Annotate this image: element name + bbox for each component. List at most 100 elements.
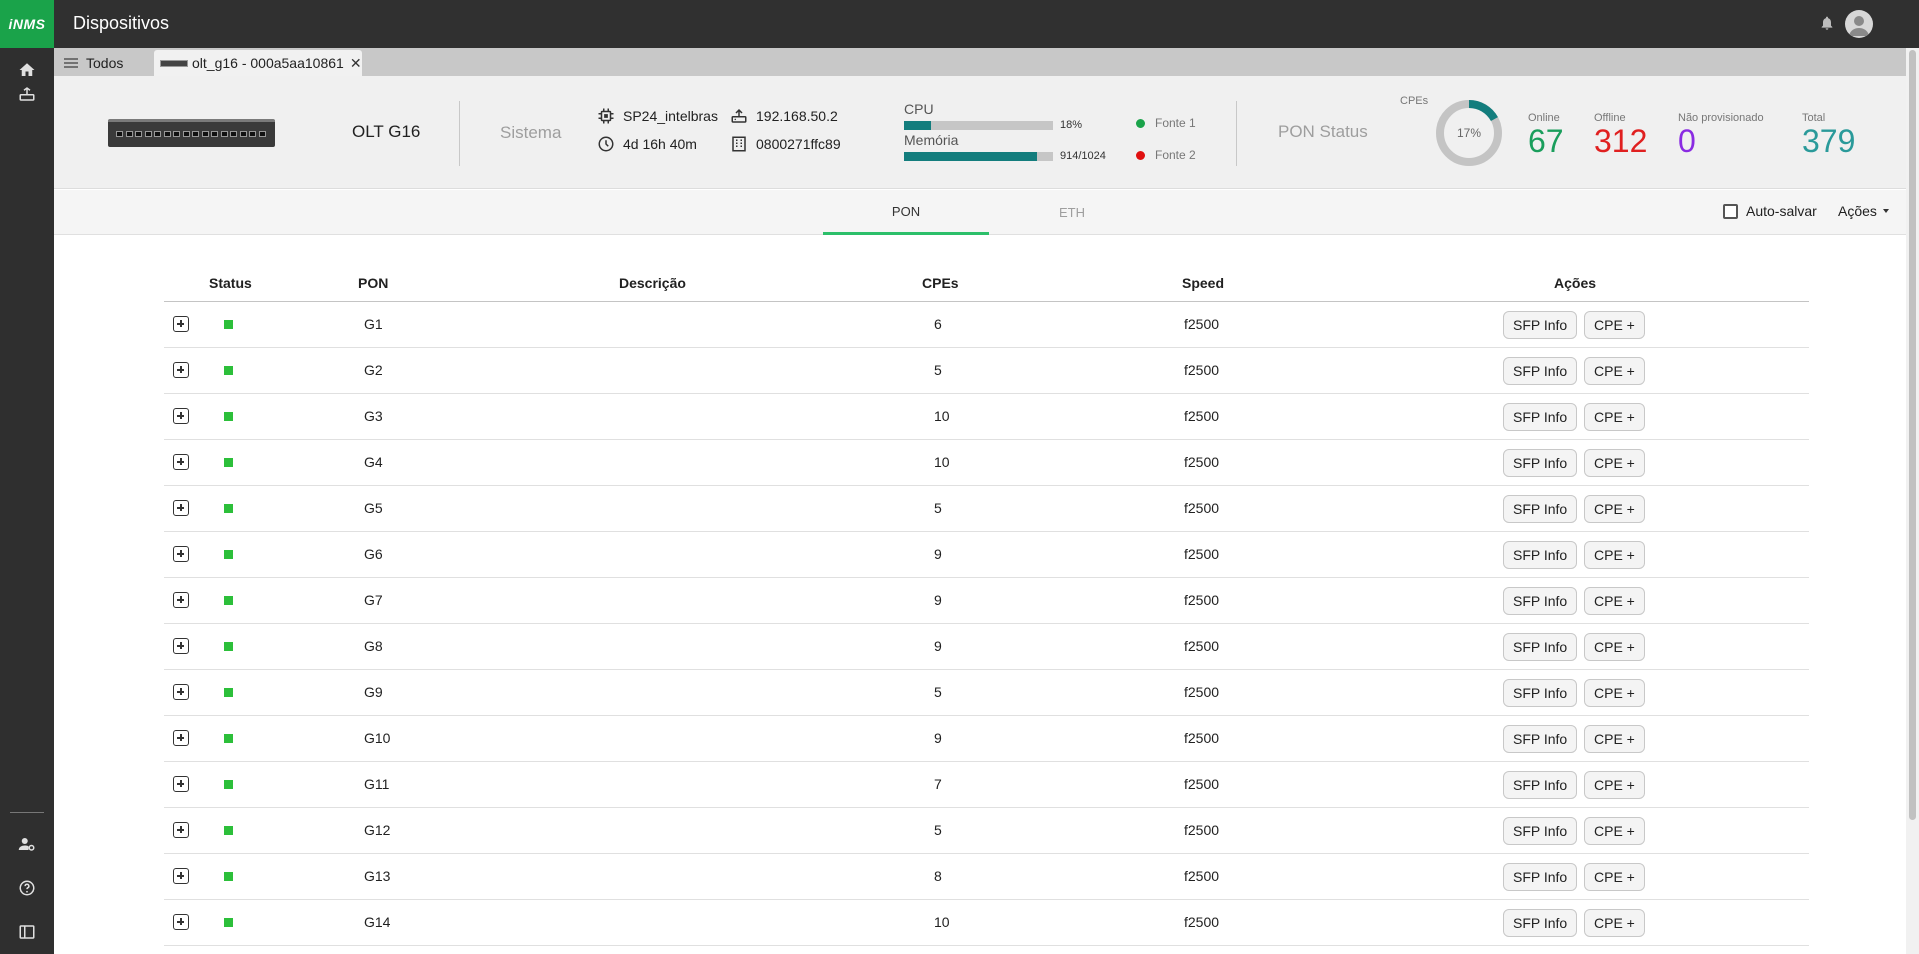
sfp-info-button[interactable]: SFP Info xyxy=(1503,495,1578,523)
sfp-info-button[interactable]: SFP Info xyxy=(1503,725,1578,753)
pon-speed: f2500 xyxy=(1184,730,1220,746)
tab-eth[interactable]: ETH xyxy=(989,190,1155,235)
header-description[interactable]: Descrição xyxy=(619,275,686,291)
expand-row-icon[interactable] xyxy=(173,868,189,884)
add-cpe-button[interactable]: CPE + xyxy=(1584,863,1645,891)
expand-row-icon[interactable] xyxy=(173,592,189,608)
power-1-label: Fonte 1 xyxy=(1155,116,1196,130)
add-cpe-button[interactable]: CPE + xyxy=(1584,449,1645,477)
actions-menu-button[interactable]: Ações xyxy=(1838,203,1889,219)
tab-device-label: olt_g16 - 000a5aa10861 xyxy=(192,55,344,71)
help-icon[interactable] xyxy=(13,874,41,902)
olt-port xyxy=(230,131,237,137)
table-row: G3 10 f2500 SFP Info CPE + xyxy=(164,394,1809,440)
collapse-sidebar-icon[interactable] xyxy=(13,918,41,946)
chip-icon xyxy=(598,108,614,124)
sfp-info-button[interactable]: SFP Info xyxy=(1503,357,1578,385)
sfp-info-button[interactable]: SFP Info xyxy=(1503,403,1578,431)
interface-tabs-bar: PON ETH Auto-salvar Ações xyxy=(54,190,1906,235)
add-cpe-button[interactable]: CPE + xyxy=(1584,403,1645,431)
olt-port xyxy=(192,131,199,137)
pon-speed: f2500 xyxy=(1184,592,1220,608)
expand-row-icon[interactable] xyxy=(173,316,189,332)
cpe-count: 9 xyxy=(934,592,942,608)
header-pon[interactable]: PON xyxy=(358,275,388,291)
table-body: G1 6 f2500 SFP Info CPE + G2 5 f2500 SFP Info CPE… xyxy=(164,302,1809,946)
pon-name: G10 xyxy=(364,730,391,746)
expand-row-icon[interactable] xyxy=(173,914,189,930)
header-status[interactable]: Status xyxy=(209,275,252,291)
system-label: Sistema xyxy=(500,123,562,142)
power-supply-1: Fonte 1 xyxy=(1136,116,1196,130)
sfp-info-button[interactable]: SFP Info xyxy=(1503,863,1578,891)
cpe-count: 10 xyxy=(934,408,950,424)
olt-port xyxy=(258,131,266,137)
add-cpe-button[interactable]: CPE + xyxy=(1584,357,1645,385)
sfp-info-button[interactable]: SFP Info xyxy=(1503,541,1578,569)
add-cpe-button[interactable]: CPE + xyxy=(1584,679,1645,707)
app-logo[interactable]: iNMS xyxy=(0,0,54,48)
sfp-info-button[interactable]: SFP Info xyxy=(1503,771,1578,799)
add-cpe-button[interactable]: CPE + xyxy=(1584,495,1645,523)
add-cpe-button[interactable]: CPE + xyxy=(1584,541,1645,569)
add-cpe-button[interactable]: CPE + xyxy=(1584,311,1645,339)
add-cpe-button[interactable]: CPE + xyxy=(1584,771,1645,799)
add-cpe-button[interactable]: CPE + xyxy=(1584,817,1645,845)
tab-all-devices[interactable]: Todos xyxy=(64,50,123,76)
add-cpe-button[interactable]: CPE + xyxy=(1584,633,1645,661)
tab-device[interactable]: olt_g16 - 000a5aa10861 ✕ xyxy=(154,50,362,76)
stat-total: Total 379 xyxy=(1802,112,1855,158)
cpe-count: 5 xyxy=(934,822,942,838)
expand-row-icon[interactable] xyxy=(173,546,189,562)
expand-row-icon[interactable] xyxy=(173,684,189,700)
expand-row-icon[interactable] xyxy=(173,454,189,470)
autosave-toggle[interactable]: Auto-salvar xyxy=(1723,203,1817,219)
stat-total-value: 379 xyxy=(1802,123,1856,159)
cpe-count: 6 xyxy=(934,316,942,332)
pon-speed: f2500 xyxy=(1184,316,1220,332)
header-speed[interactable]: Speed xyxy=(1182,275,1224,291)
ip-value: 192.168.50.2 xyxy=(756,108,838,124)
olt-port xyxy=(182,131,190,137)
sfp-info-button[interactable]: SFP Info xyxy=(1503,633,1578,661)
header-cpes[interactable]: CPEs xyxy=(922,275,959,291)
tab-pon[interactable]: PON xyxy=(823,190,989,235)
olt-port xyxy=(144,131,152,137)
router-icon[interactable] xyxy=(13,80,41,108)
cpe-count: 5 xyxy=(934,362,942,378)
page-scrollbar-thumb[interactable] xyxy=(1909,50,1916,820)
sfp-info-button[interactable]: SFP Info xyxy=(1503,679,1578,707)
pon-name: G2 xyxy=(364,362,383,378)
olt-port xyxy=(163,131,171,137)
user-settings-icon[interactable] xyxy=(13,830,41,858)
firmware-value: SP24_intelbras xyxy=(623,108,718,124)
expand-row-icon[interactable] xyxy=(173,776,189,792)
pon-speed: f2500 xyxy=(1184,684,1220,700)
user-avatar[interactable] xyxy=(1845,10,1873,38)
expand-row-icon[interactable] xyxy=(173,500,189,516)
olt-device-image xyxy=(108,119,275,147)
sfp-info-button[interactable]: SFP Info xyxy=(1503,587,1578,615)
status-indicator xyxy=(224,780,233,789)
device-name: OLT G16 xyxy=(352,122,421,141)
add-cpe-button[interactable]: CPE + xyxy=(1584,587,1645,615)
add-cpe-button[interactable]: CPE + xyxy=(1584,909,1645,937)
close-tab-icon[interactable]: ✕ xyxy=(350,55,362,72)
autosave-checkbox[interactable] xyxy=(1723,203,1738,219)
expand-row-icon[interactable] xyxy=(173,408,189,424)
expand-row-icon[interactable] xyxy=(173,638,189,654)
status-indicator xyxy=(224,872,233,881)
sfp-info-button[interactable]: SFP Info xyxy=(1503,817,1578,845)
sfp-info-button[interactable]: SFP Info xyxy=(1503,449,1578,477)
add-cpe-button[interactable]: CPE + xyxy=(1584,725,1645,753)
pon-name: G3 xyxy=(364,408,383,424)
expand-row-icon[interactable] xyxy=(173,362,189,378)
status-indicator xyxy=(224,642,233,651)
expand-row-icon[interactable] xyxy=(173,822,189,838)
sfp-info-button[interactable]: SFP Info xyxy=(1503,311,1578,339)
pon-name: G6 xyxy=(364,546,383,562)
expand-row-icon[interactable] xyxy=(173,730,189,746)
sfp-info-button[interactable]: SFP Info xyxy=(1503,909,1578,937)
notifications-bell-icon[interactable] xyxy=(1819,14,1835,37)
header-actions: Ações xyxy=(1554,275,1597,291)
